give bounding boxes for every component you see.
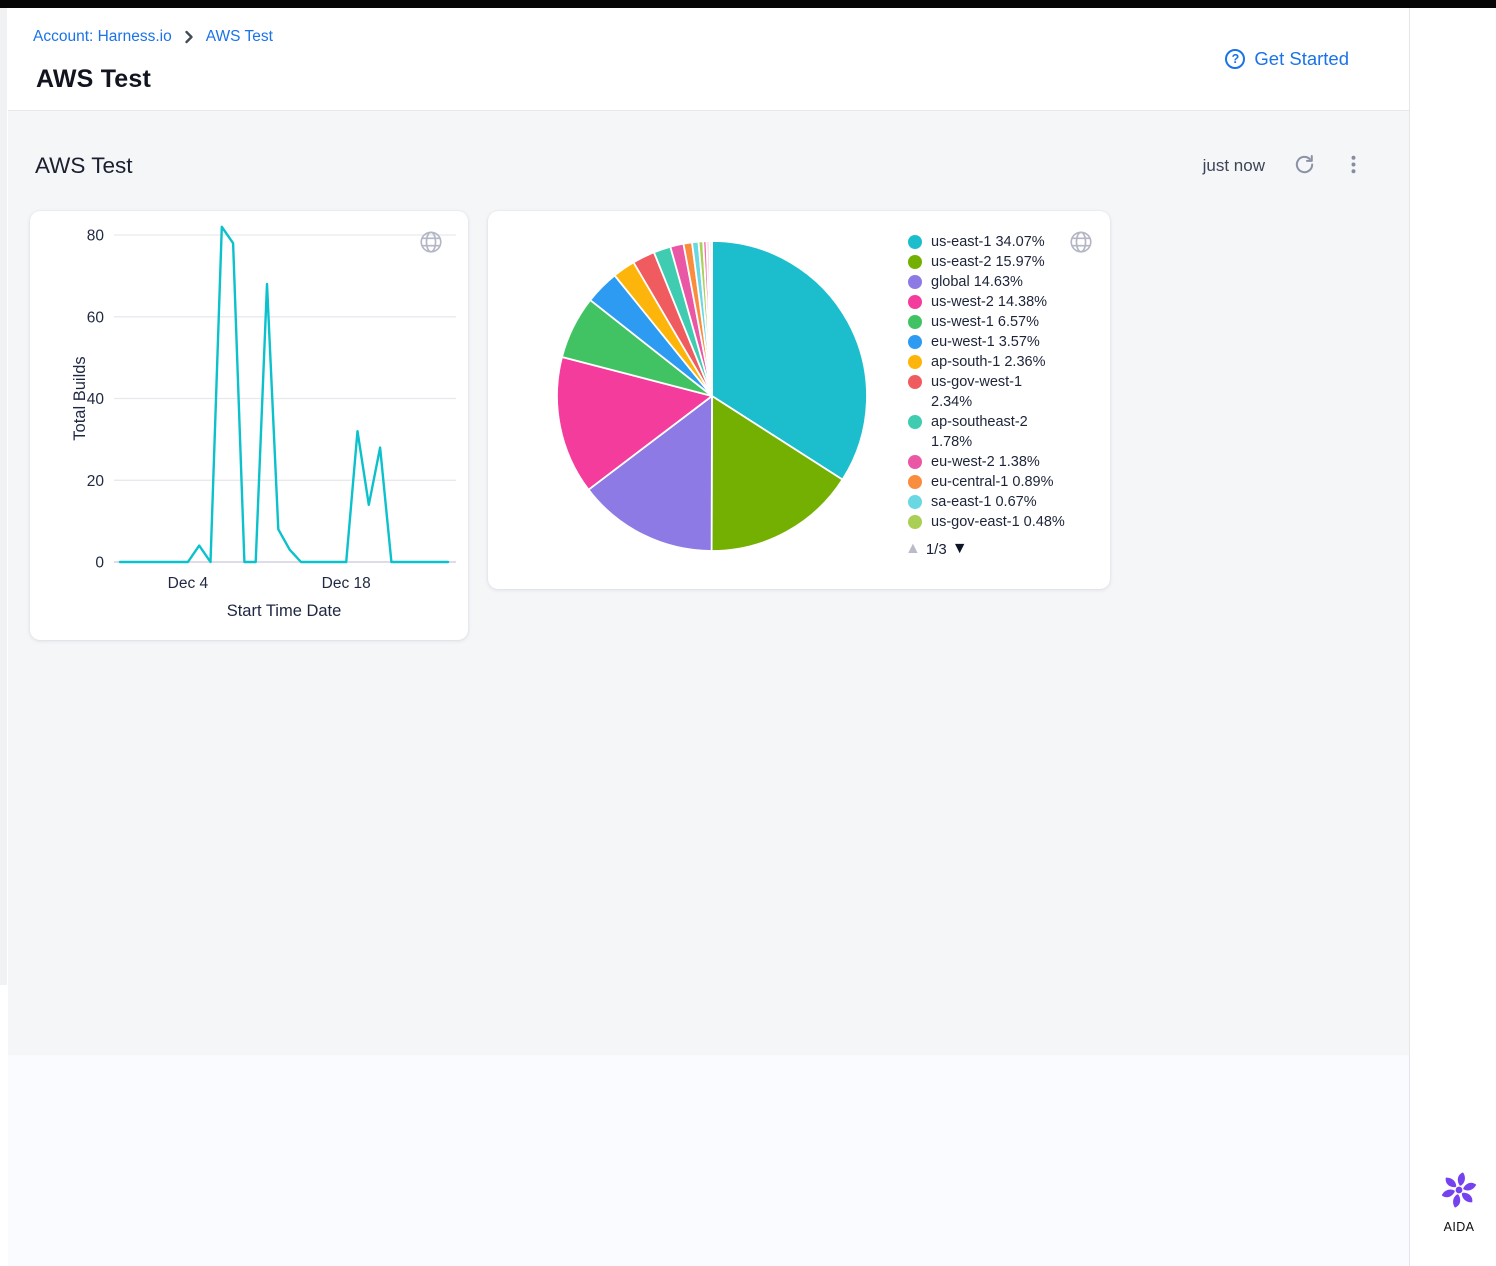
more-options-button[interactable] [1344,154,1363,178]
region-pie-chart[interactable] [554,238,870,554]
aida-widget[interactable]: AIDA [1430,1170,1488,1234]
legend-label: eu-central-1 0.89% [931,472,1067,492]
breadcrumb-account-link[interactable]: Account: Harness.io [33,28,172,46]
legend-dot [908,235,922,249]
pie-legend: us-east-1 34.07%us-east-2 15.97%global 1… [908,232,1070,532]
dashboard-tiles: 0 20 40 60 80 Dec 4 Dec 18 Start Time Date Total… [30,211,1110,640]
svg-text:60: 60 [87,309,105,326]
get-started-link[interactable]: ? Get Started [1225,48,1349,70]
page-header: Account: Harness.io AWS Test AWS Test ? … [8,8,1409,111]
dashboard-title: AWS Test [35,153,133,179]
globe-icon[interactable] [418,229,444,260]
dashboard-content: AWS Test just now 0 20 40 60 80 Dec 4 Dec 18 St… [8,111,1409,1055]
legend-dot [908,495,922,509]
legend-item-us-gov-east-1[interactable]: us-gov-east-1 0.48% [908,512,1070,532]
legend-item-us-east-1[interactable]: us-east-1 34.07% [908,232,1070,252]
legend-item-eu-west-1[interactable]: eu-west-1 3.57% [908,332,1070,352]
get-started-label: Get Started [1254,48,1349,70]
svg-text:0: 0 [95,555,104,572]
legend-label: eu-west-2 1.38% [931,452,1067,472]
legend-item-us-east-2[interactable]: us-east-2 15.97% [908,252,1070,272]
pager-up-icon[interactable]: ▲ [905,540,921,558]
legend-item-eu-west-2[interactable]: eu-west-2 1.38% [908,452,1070,472]
legend-label: eu-west-1 3.57% [931,332,1067,352]
svg-text:Dec 18: Dec 18 [322,575,371,592]
pager-label: 1/3 [926,541,947,558]
last-refreshed-text: just now [1203,156,1265,176]
total-builds-line-chart[interactable]: 0 20 40 60 80 Dec 4 Dec 18 Start Time Date Total… [30,211,468,640]
legend-dot [908,515,922,529]
legend-dot [908,455,922,469]
legend-label: ap-southeast-2 1.78% [931,412,1067,452]
left-edge-strip [0,8,7,985]
legend-dot [908,415,922,429]
legend-item-us-west-2[interactable]: us-west-2 14.38% [908,292,1070,312]
legend-item-us-west-1[interactable]: us-west-1 6.57% [908,312,1070,332]
refresh-icon [1293,153,1316,179]
breadcrumb-current-link[interactable]: AWS Test [206,28,273,46]
region-pie-chart-card: us-east-1 34.07%us-east-2 15.97%global 1… [488,211,1110,589]
legend-dot [908,275,922,289]
svg-text:80: 80 [87,228,105,245]
legend-label: us-gov-west-1 2.34% [931,372,1067,412]
legend-dot [908,375,922,389]
legend-label: us-west-2 14.38% [931,292,1067,312]
page-title: AWS Test [36,65,151,94]
aida-label: AIDA [1430,1220,1488,1234]
total-builds-line-chart-card: 0 20 40 60 80 Dec 4 Dec 18 Start Time Date Total… [30,211,468,640]
legend-dot [908,255,922,269]
aida-pinwheel-icon [1439,1197,1479,1214]
globe-icon[interactable] [1068,229,1094,260]
chevron-right-icon [183,30,195,44]
legend-dot [908,355,922,369]
legend-label: us-west-1 6.57% [931,312,1067,332]
pager-down-icon[interactable]: ▼ [952,540,968,558]
lower-background-area [8,1055,1409,1266]
legend-dot [908,295,922,309]
svg-text:40: 40 [87,391,105,408]
legend-item-ap-south-1[interactable]: ap-south-1 2.36% [908,352,1070,372]
refresh-button[interactable] [1293,153,1316,179]
legend-item-sa-east-1[interactable]: sa-east-1 0.67% [908,492,1070,512]
legend-label: us-gov-east-1 0.48% [931,512,1067,532]
help-question-icon: ? [1225,49,1245,69]
svg-text:Dec 4: Dec 4 [168,575,209,592]
svg-text:Total Builds: Total Builds [71,356,89,440]
legend-item-global[interactable]: global 14.63% [908,272,1070,292]
top-black-bar [0,0,1496,8]
svg-text:Start Time Date: Start Time Date [227,602,342,620]
kebab-menu-icon [1344,154,1363,178]
dashboard-header-row: AWS Test just now [35,149,1363,183]
legend-label: global 14.63% [931,272,1067,292]
breadcrumb: Account: Harness.io AWS Test [33,28,273,46]
legend-dot [908,335,922,349]
legend-item-us-gov-west-1[interactable]: us-gov-west-1 2.34% [908,372,1070,412]
legend-dot [908,475,922,489]
legend-item-ap-southeast-2[interactable]: ap-southeast-2 1.78% [908,412,1070,452]
legend-item-eu-central-1[interactable]: eu-central-1 0.89% [908,472,1070,492]
legend-pager: ▲ 1/3 ▼ [905,540,968,558]
legend-label: us-east-1 34.07% [931,232,1067,252]
legend-label: sa-east-1 0.67% [931,492,1067,512]
legend-label: ap-south-1 2.36% [931,352,1067,372]
main-panel: Account: Harness.io AWS Test AWS Test ? … [8,8,1410,1266]
legend-dot [908,315,922,329]
legend-label: us-east-2 15.97% [931,252,1067,272]
svg-text:20: 20 [87,473,105,490]
